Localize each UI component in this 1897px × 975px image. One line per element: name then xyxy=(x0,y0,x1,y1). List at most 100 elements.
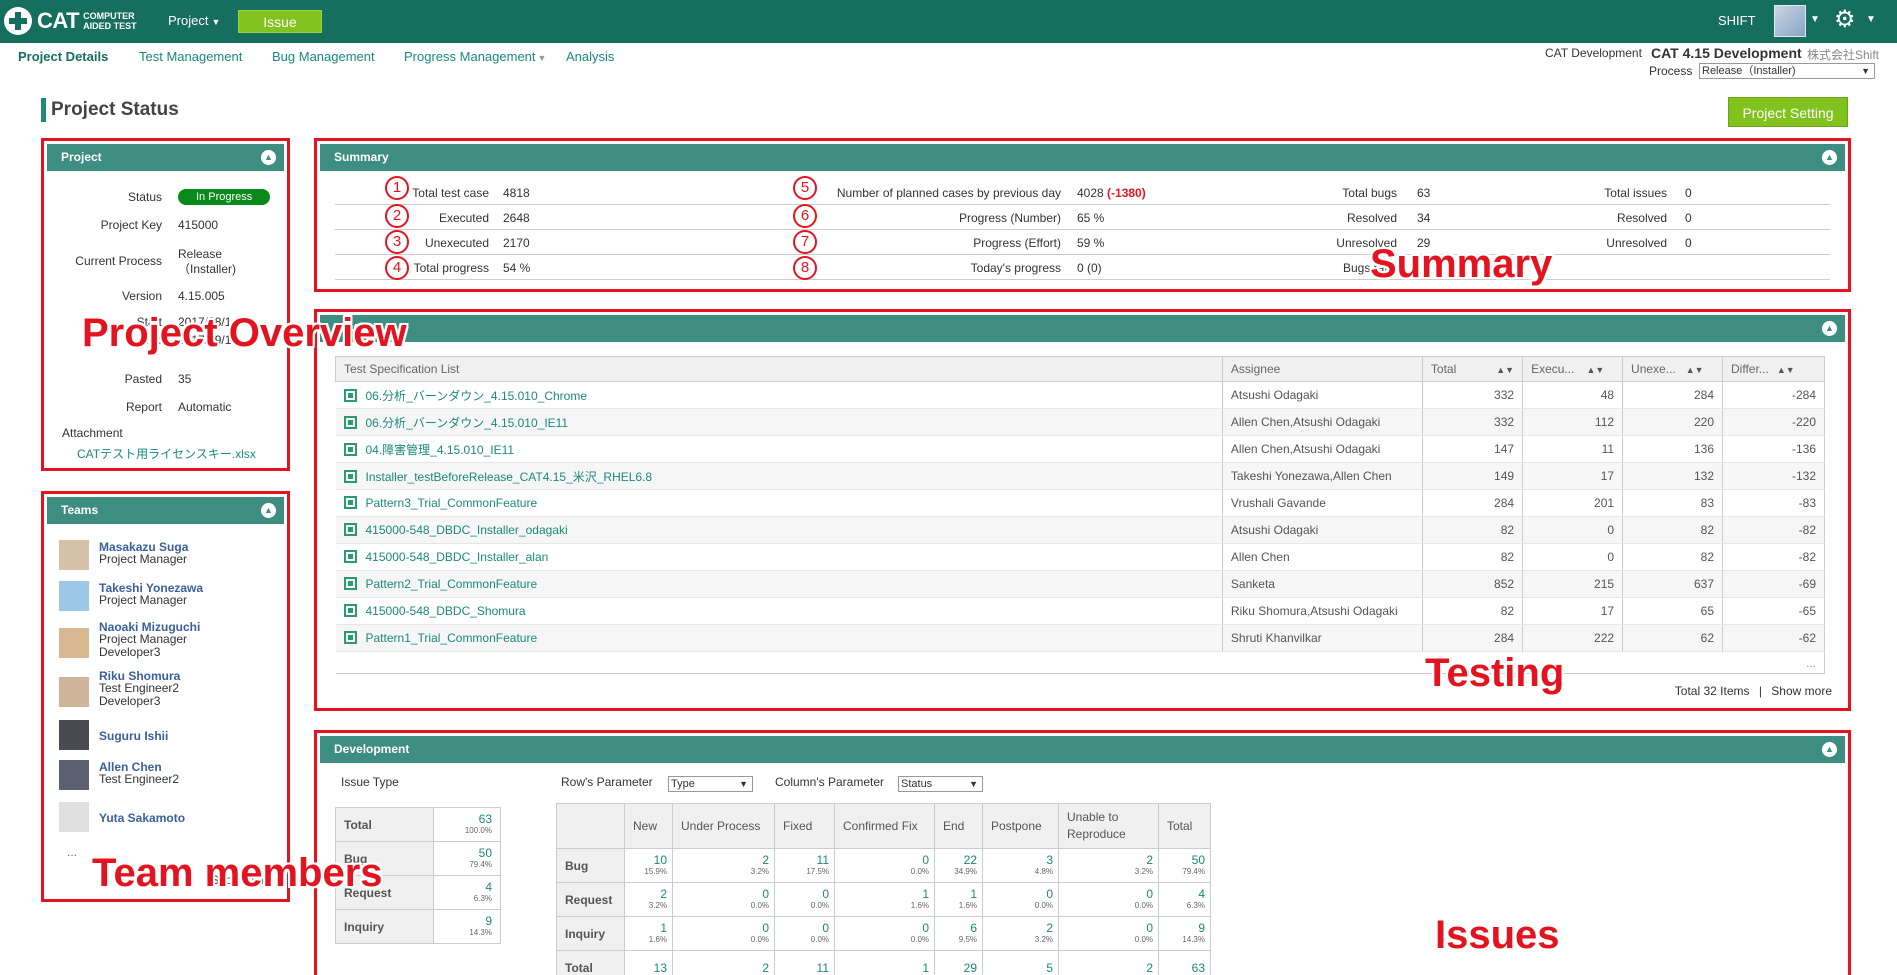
project-setting-button[interactable]: Project Setting xyxy=(1728,97,1848,127)
spec-link[interactable]: Pattern1_Trial_CommonFeature xyxy=(366,631,538,645)
sort-icon[interactable]: ▲▼ xyxy=(1777,365,1795,375)
sort-icon[interactable]: ▲▼ xyxy=(1496,365,1514,375)
col-assignee[interactable]: Assignee xyxy=(1221,356,1423,382)
spec-link[interactable]: Pattern2_Trial_CommonFeature xyxy=(366,577,538,591)
matrix-cell[interactable]: 29 xyxy=(934,950,983,975)
matrix-cell[interactable]: 50 79.4% xyxy=(1158,848,1211,883)
collapse-icon[interactable]: ▲ xyxy=(261,150,276,165)
matrix-cell[interactable]: 0 0.0% xyxy=(834,848,935,883)
matrix-cell[interactable]: 10 15.9% xyxy=(624,848,673,883)
spec-link[interactable]: 415000-548_DBDC_Shomura xyxy=(366,604,526,618)
matrix-cell[interactable]: 11 xyxy=(774,950,835,975)
matrix-cell[interactable]: 0 0.0% xyxy=(1058,882,1159,917)
col-executed[interactable]: Execu... ▲▼ xyxy=(1522,356,1624,382)
matrix-cell[interactable]: 2 3.2% xyxy=(1058,848,1159,883)
spec-link[interactable]: 04.障害管理_4.15.010_IE11 xyxy=(366,443,515,457)
matrix-cell[interactable]: 0 0.0% xyxy=(774,882,835,917)
spec-link[interactable]: 06.分析_バーンダウン_4.15.010_IE11 xyxy=(366,416,569,430)
spec-cell[interactable]: 415000-548_DBDC_Shomura xyxy=(335,597,1223,625)
collapse-icon[interactable]: ▲ xyxy=(261,503,276,518)
col-test-spec[interactable]: Test Specification List xyxy=(335,356,1223,382)
spec-link[interactable]: 415000-548_DBDC_Installer_alan xyxy=(366,550,549,564)
spreadsheet-icon xyxy=(343,388,357,402)
issue-button[interactable]: Issue xyxy=(238,10,322,33)
difference-cell: -82 xyxy=(1722,516,1825,544)
spec-link[interactable]: 415000-548_DBDC_Installer_odagaki xyxy=(366,523,568,537)
matrix-cell[interactable]: 1 1.6% xyxy=(934,882,983,917)
issue-type-label[interactable]: Inquiry xyxy=(335,909,434,944)
spec-cell[interactable]: 415000-548_DBDC_Installer_odagaki xyxy=(335,516,1223,544)
member-name[interactable]: Suguru Ishii xyxy=(99,729,168,743)
sort-icon[interactable]: ▲▼ xyxy=(1686,365,1704,375)
unexecuted-cell: 82 xyxy=(1622,543,1724,571)
matrix-cell[interactable]: 5 xyxy=(982,950,1059,975)
matrix-cell[interactable]: 0 0.0% xyxy=(774,916,835,951)
matrix-cell[interactable]: 0 0.0% xyxy=(1058,916,1159,951)
user-avatar[interactable] xyxy=(1774,5,1806,37)
avatar-caret-icon[interactable]: ▼ xyxy=(1810,14,1820,25)
tab-test-management[interactable]: Test Management xyxy=(139,49,242,64)
assignee-cell: Takeshi Yonezawa,Allen Chen xyxy=(1222,462,1423,490)
spec-link[interactable]: Installer_testBeforeRelease_CAT4.15_米沢_R… xyxy=(366,470,653,484)
spec-link[interactable]: 06.分析_バーンダウン_4.15.010_Chrome xyxy=(366,389,588,403)
row-param-select[interactable]: Type ▼ xyxy=(668,776,753,792)
matrix-cell[interactable]: 0 0.0% xyxy=(672,882,775,917)
gear-caret-icon[interactable]: ▼ xyxy=(1866,14,1876,25)
matrix-cell[interactable]: 4 6.3% xyxy=(1158,882,1211,917)
col-difference[interactable]: Differ... ▲▼ xyxy=(1722,356,1825,382)
tab-analysis[interactable]: Analysis xyxy=(566,49,614,64)
matrix-cell[interactable]: 63 xyxy=(1158,950,1211,975)
col-unexecuted[interactable]: Unexe... ▲▼ xyxy=(1622,356,1724,382)
collapse-icon[interactable]: ▲ xyxy=(1822,150,1837,165)
matrix-cell[interactable]: 9 14.3% xyxy=(1158,916,1211,951)
matrix-cell[interactable]: 1 1.6% xyxy=(624,916,673,951)
summary-label: Today's progress xyxy=(970,261,1061,275)
spec-cell[interactable]: Pattern1_Trial_CommonFeature xyxy=(335,624,1223,652)
table-row: Installer_testBeforeRelease_CAT4.15_米沢_R… xyxy=(335,462,1825,490)
matrix-cell[interactable]: 0 0.0% xyxy=(982,882,1059,917)
tab-bug-management[interactable]: Bug Management xyxy=(272,49,375,64)
sort-icon[interactable]: ▲▼ xyxy=(1586,365,1604,375)
collapse-icon[interactable]: ▲ xyxy=(1822,742,1837,757)
matrix-cell[interactable]: 11 17.5% xyxy=(774,848,835,883)
assignee-cell: Atsushi Odagaki xyxy=(1222,516,1423,544)
matrix-cell[interactable]: 2 3.2% xyxy=(672,848,775,883)
spec-cell[interactable]: Pattern2_Trial_CommonFeature xyxy=(335,570,1223,598)
attachment-link[interactable]: CATテスト用ライセンスキー.xlsx xyxy=(77,445,256,462)
matrix-cell[interactable]: 1 1.6% xyxy=(834,882,935,917)
cell-percent: 4.8% xyxy=(1034,866,1053,876)
process-select[interactable]: Release（Installer) ▼ xyxy=(1699,63,1875,79)
matrix-cell[interactable]: 22 34.9% xyxy=(934,848,983,883)
unexecuted-cell: 132 xyxy=(1622,462,1724,490)
gear-icon[interactable]: ⚙ xyxy=(1834,8,1856,32)
matrix-cell[interactable]: 2 xyxy=(672,950,775,975)
spec-cell[interactable]: 04.障害管理_4.15.010_IE11 xyxy=(335,435,1223,463)
project-menu[interactable]: Project ▼ xyxy=(168,13,220,28)
tab-progress-management[interactable]: Progress Management ▼ xyxy=(404,49,546,64)
spec-cell[interactable]: 06.分析_バーンダウン_4.15.010_IE11 xyxy=(335,408,1223,436)
issue-type-label[interactable]: Total xyxy=(335,807,434,842)
tab-project-details[interactable]: Project Details xyxy=(18,49,108,64)
matrix-cell[interactable]: 2 3.2% xyxy=(982,916,1059,951)
spec-cell[interactable]: 415000-548_DBDC_Installer_alan xyxy=(335,543,1223,571)
spec-cell[interactable]: Pattern3_Trial_CommonFeature xyxy=(335,489,1223,517)
matrix-cell[interactable]: 3 4.8% xyxy=(982,848,1059,883)
matrix-cell[interactable]: 2 3.2% xyxy=(624,882,673,917)
spec-cell[interactable]: 06.分析_バーンダウン_4.15.010_Chrome xyxy=(335,381,1223,409)
matrix-cell[interactable]: 13 xyxy=(624,950,673,975)
matrix-cell[interactable]: 2 xyxy=(1058,950,1159,975)
member-role: Developer3 xyxy=(99,694,161,708)
spec-link[interactable]: Pattern3_Trial_CommonFeature xyxy=(366,496,538,510)
col-total[interactable]: Total ▲▼ xyxy=(1421,356,1524,382)
matrix-cell[interactable]: 1 xyxy=(834,950,935,975)
matrix-cell[interactable]: 0 0.0% xyxy=(834,916,935,951)
member-name[interactable]: Yuta Sakamoto xyxy=(99,811,185,825)
matrix-cell[interactable]: 6 9.5% xyxy=(934,916,983,951)
cat-logo[interactable]: CAT COMPUTER AIDED TEST xyxy=(4,6,153,36)
collapse-icon[interactable]: ▲ xyxy=(1822,321,1837,336)
status-badge: In Progress xyxy=(178,189,271,205)
col-param-select[interactable]: Status ▼ xyxy=(898,776,983,792)
testing-show-more-link[interactable]: Show more xyxy=(1771,684,1832,698)
spec-cell[interactable]: Installer_testBeforeRelease_CAT4.15_米沢_R… xyxy=(335,462,1223,490)
matrix-cell[interactable]: 0 0.0% xyxy=(672,916,775,951)
